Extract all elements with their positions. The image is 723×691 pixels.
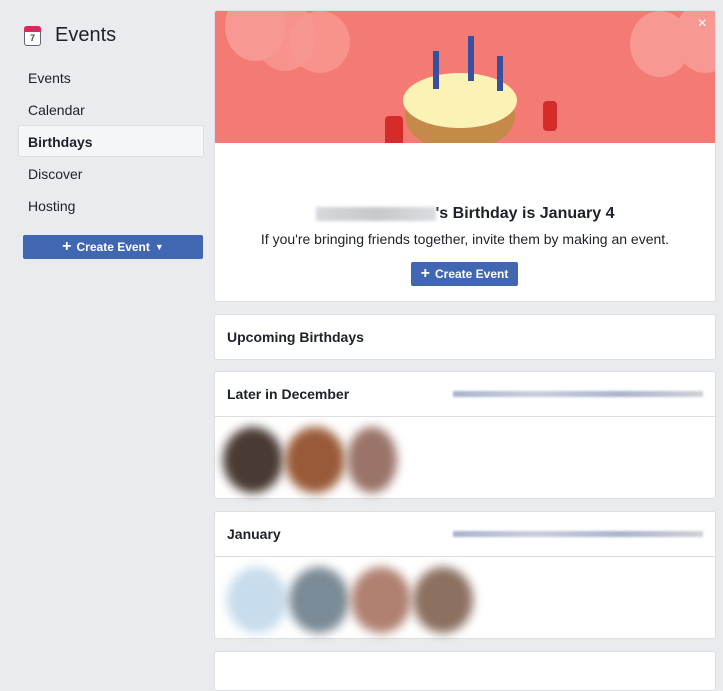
birthday-title: 's Birthday is January 4 xyxy=(215,205,715,223)
upcoming-birthdays-heading: Upcoming Birthdays xyxy=(227,329,364,345)
avatar-list xyxy=(215,417,715,503)
plus-icon: + xyxy=(420,265,430,282)
sidebar-item-birthdays[interactable]: Birthdays xyxy=(18,125,204,157)
later-december-card: Later in December xyxy=(214,371,716,499)
avatar[interactable] xyxy=(227,567,287,633)
sidebar-nav: Events Calendar Birthdays Discover Hosti… xyxy=(18,61,204,221)
create-event-label: Create Event xyxy=(76,240,150,254)
hero-create-event-label: Create Event xyxy=(434,267,509,281)
hero-create-event-button[interactable]: + Create Event xyxy=(411,262,518,286)
avatar[interactable] xyxy=(289,567,349,633)
avatar[interactable] xyxy=(285,427,345,493)
avatar[interactable] xyxy=(413,567,473,633)
create-event-button[interactable]: + Create Event ▼ xyxy=(23,235,203,259)
events-header: 7 Events xyxy=(24,24,116,47)
close-icon[interactable]: × xyxy=(698,15,707,33)
sidebar-item-hosting[interactable]: Hosting xyxy=(18,189,204,221)
next-month-card xyxy=(214,651,716,691)
birthday-card: × 's Birthday is January 4 If you're bri… xyxy=(214,10,716,302)
sidebar-item-discover[interactable]: Discover xyxy=(18,157,204,189)
avatar[interactable] xyxy=(347,427,397,493)
redacted-names[interactable] xyxy=(453,391,703,397)
avatar[interactable] xyxy=(351,567,411,633)
page-title: Events xyxy=(55,24,117,46)
upcoming-birthdays-card: Upcoming Birthdays xyxy=(214,314,716,360)
plus-icon: + xyxy=(62,238,72,255)
calendar-icon: 7 xyxy=(24,25,41,46)
sidebar-item-calendar[interactable]: Calendar xyxy=(18,93,204,125)
birthday-banner-illustration: × xyxy=(215,11,715,143)
redacted-name xyxy=(315,206,436,221)
caret-down-icon: ▼ xyxy=(154,242,164,252)
january-heading: January xyxy=(227,526,281,542)
avatar[interactable] xyxy=(223,427,283,493)
calendar-day: 7 xyxy=(29,32,35,43)
later-december-heading: Later in December xyxy=(227,386,350,402)
avatar-list xyxy=(215,557,715,643)
birthday-subtitle: If you're bringing friends together, inv… xyxy=(260,231,670,247)
january-card: January xyxy=(214,511,716,639)
birthday-title-text: 's Birthday is January 4 xyxy=(435,205,615,222)
redacted-names[interactable] xyxy=(453,531,703,537)
sidebar-item-events[interactable]: Events xyxy=(18,61,204,93)
